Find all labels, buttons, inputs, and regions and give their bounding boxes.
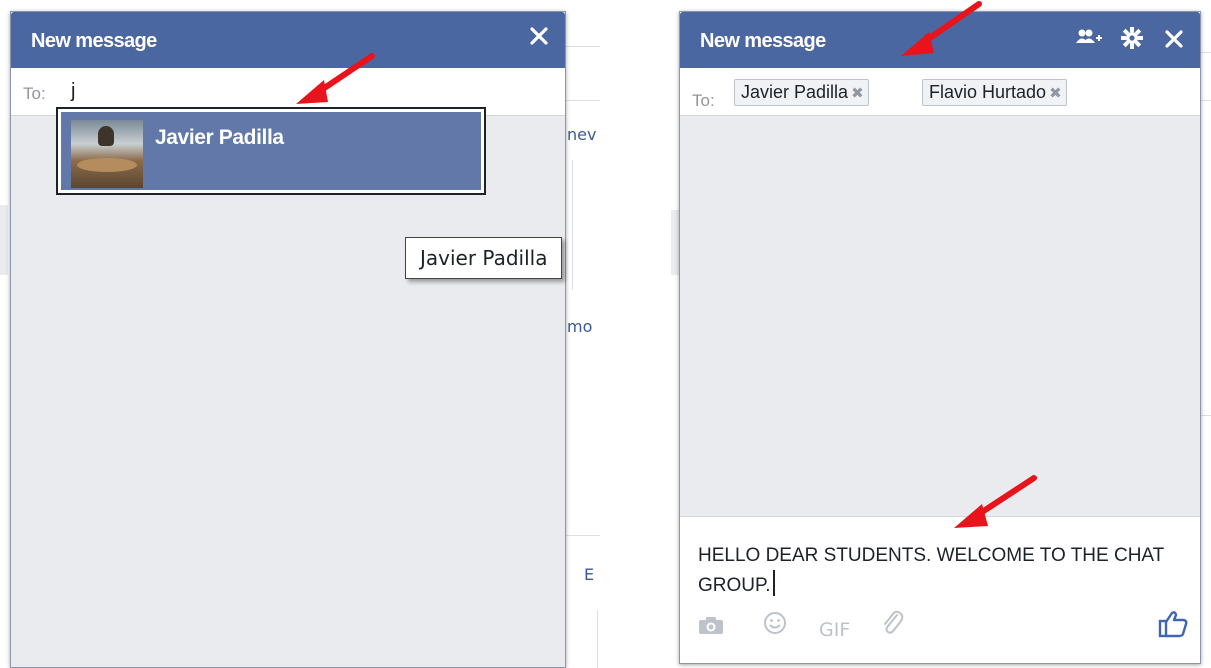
background-link-text: E [584,565,595,584]
background-divider [566,100,600,101]
message-composer[interactable]: HELLO DEAR STUDENTS. WELCOME TO THE CHAT… [680,516,1200,663]
chat-title: New message [31,30,157,52]
close-icon[interactable] [1164,29,1184,54]
recipient-suggestion[interactable]: Javier Padilla [56,107,486,195]
gif-button[interactable]: GIF [819,619,850,641]
remove-recipient-icon[interactable]: ✖ [1049,85,1062,102]
background-panel [0,205,8,275]
add-people-icon[interactable] [1076,28,1102,53]
background-panel [671,210,679,275]
emoji-icon[interactable] [763,611,787,641]
background-divider [1201,415,1211,416]
to-label: To: [692,91,715,110]
chat-header: New message [680,12,1200,68]
gear-icon[interactable] [1121,27,1143,54]
chat-header: New message [11,12,565,68]
background-divider [1201,52,1211,53]
recipient-token-name: Javier Padilla [741,82,849,102]
to-label: To: [23,84,46,103]
new-message-window-right: New message To: HELLO DEAR STUDENTS. WEL… [679,11,1201,664]
background-link-text: nev [567,125,597,144]
text-caret [772,570,775,596]
name-tooltip: Javier Padilla [405,237,563,279]
message-text: HELLO DEAR STUDENTS. WELCOME TO THE CHAT… [698,545,1164,596]
screenshot-stage: nev mo E New message To: j Javier Padill… [0,0,1211,668]
recipient-token[interactable]: Flavio Hurtado ✖ [922,79,1067,106]
chat-title: New message [700,30,826,52]
suggestion-name: Javier Padilla [155,126,284,149]
thumbs-up-icon[interactable] [1158,610,1188,643]
background-divider [566,46,600,47]
background-divider [1201,100,1211,101]
recipient-input[interactable]: j [71,80,75,103]
message-input[interactable]: HELLO DEAR STUDENTS. WELCOME TO THE CHAT… [698,541,1178,600]
background-link-text: mo [567,317,593,336]
recipient-token[interactable]: Javier Padilla ✖ [734,79,869,106]
suggestion-highlight: Javier Padilla [61,112,481,190]
recipient-token-name: Flavio Hurtado [929,82,1047,102]
background-divider [572,160,573,290]
paperclip-icon[interactable] [880,609,904,641]
close-icon[interactable] [529,26,549,51]
camera-icon[interactable] [698,615,724,641]
background-divider [597,610,598,668]
background-divider [566,535,600,536]
avatar [71,120,143,188]
remove-recipient-icon[interactable]: ✖ [851,85,864,102]
